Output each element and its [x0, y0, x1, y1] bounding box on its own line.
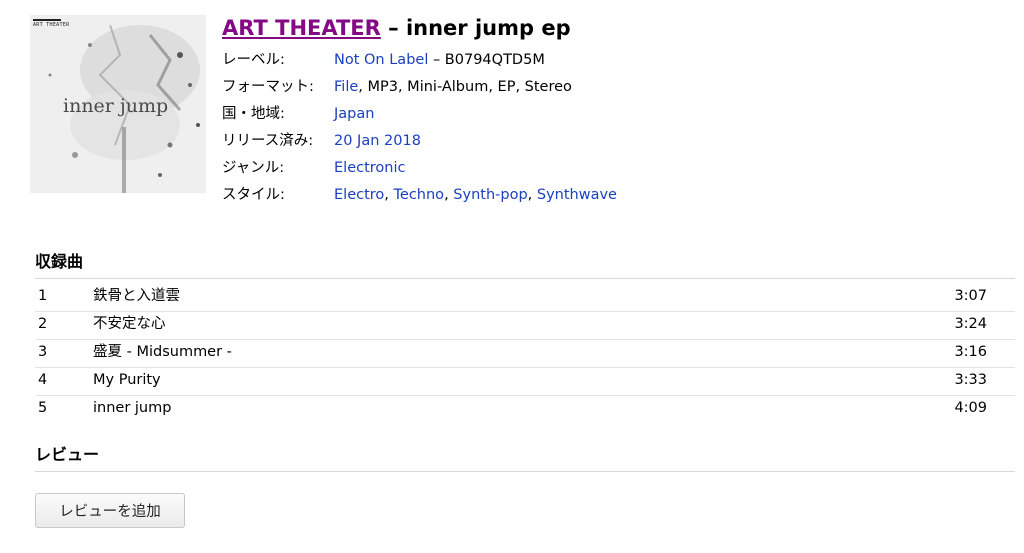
style-link-synth-pop[interactable]: Synth-pop — [453, 187, 527, 203]
country-link[interactable]: Japan — [334, 106, 374, 122]
meta-value-country: Japan — [334, 103, 374, 125]
tracklist-table: 1 鉄骨と入道雲 3:07 2 不安定な心 3:24 3 盛夏 - Midsum… — [35, 284, 1015, 423]
format-link[interactable]: File — [334, 79, 358, 95]
style-separator: , — [527, 187, 537, 203]
track-title: 盛夏 - Midsummer - — [93, 344, 232, 360]
style-separator: , — [384, 187, 394, 203]
title-separator: – — [380, 16, 406, 40]
meta-value-style: Electro, Techno, Synth-pop, Synthwave — [334, 184, 617, 206]
track-title: 鉄骨と入道雲 — [93, 288, 180, 304]
track-row: 2 不安定な心 3:24 — [35, 312, 1015, 340]
style-link-techno[interactable]: Techno — [394, 187, 445, 203]
meta-value-label: Not On Label – B0794QTD5M — [334, 49, 545, 71]
track-position: 5 — [38, 400, 48, 416]
release-date-link[interactable]: 20 Jan 2018 — [334, 133, 421, 149]
album-cover-image[interactable]: ART THEATER inner jump — [30, 15, 206, 193]
meta-key-genre: ジャンル: — [222, 160, 285, 176]
track-position: 4 — [38, 372, 48, 388]
catalog-number: – B0794QTD5M — [428, 52, 545, 68]
meta-key-country: 国・地域: — [222, 106, 285, 122]
add-review-button[interactable]: レビューを追加 — [35, 493, 185, 528]
release-title: ART THEATER – inner jump ep — [222, 16, 571, 40]
style-link-electro[interactable]: Electro — [334, 187, 384, 203]
track-row: 1 鉄骨と入道雲 3:07 — [35, 284, 1015, 312]
cover-brand-text: ART THEATER — [33, 22, 70, 28]
track-duration: 3:24 — [954, 316, 987, 332]
track-row: 3 盛夏 - Midsummer - 3:16 — [35, 340, 1015, 368]
style-link-synthwave[interactable]: Synthwave — [537, 187, 617, 203]
track-duration: 4:09 — [954, 400, 987, 416]
track-title: My Purity — [93, 372, 161, 388]
style-separator: , — [444, 187, 454, 203]
artist-link[interactable]: ART THEATER — [222, 16, 381, 40]
meta-key-style: スタイル: — [222, 187, 285, 203]
track-duration: 3:16 — [954, 344, 987, 360]
track-title: 不安定な心 — [93, 316, 166, 332]
meta-value-released: 20 Jan 2018 — [334, 130, 421, 152]
meta-key-format: フォーマット: — [222, 79, 314, 95]
track-title: inner jump — [93, 400, 172, 416]
meta-value-genre: Electronic — [334, 157, 405, 179]
track-duration: 3:07 — [954, 288, 987, 304]
tracklist-heading: 収録曲 — [35, 248, 1015, 279]
track-duration: 3:33 — [954, 372, 987, 388]
meta-value-format: File, MP3, Mini-Album, EP, Stereo — [334, 76, 572, 98]
release-name: inner jump ep — [405, 16, 571, 40]
track-position: 2 — [38, 316, 48, 332]
cover-title-text: inner jump — [63, 95, 169, 117]
format-details: , MP3, Mini-Album, EP, Stereo — [358, 79, 572, 95]
track-position: 3 — [38, 344, 48, 360]
track-position: 1 — [38, 288, 48, 304]
reviews-heading: レビュー — [35, 441, 1015, 472]
track-row: 4 My Purity 3:33 — [35, 368, 1015, 396]
meta-key-label: レーベル: — [222, 52, 285, 68]
genre-link[interactable]: Electronic — [334, 160, 405, 176]
track-row: 5 inner jump 4:09 — [35, 396, 1015, 423]
meta-key-released: リリース済み: — [222, 133, 314, 149]
label-link[interactable]: Not On Label — [334, 52, 428, 68]
